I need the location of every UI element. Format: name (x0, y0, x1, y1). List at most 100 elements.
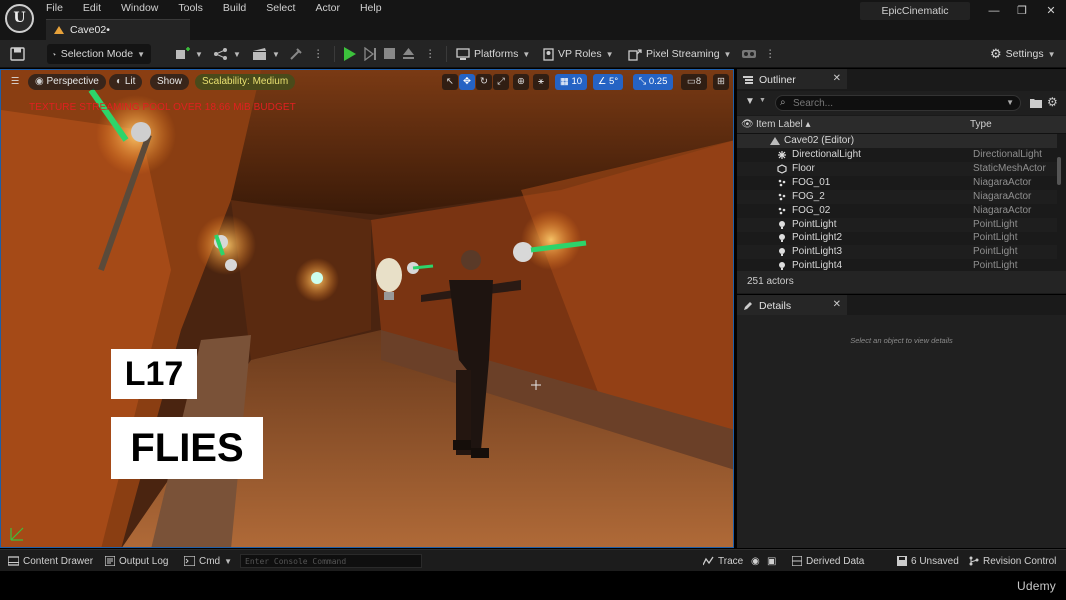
camera-speed-button[interactable]: ▭8 (681, 74, 707, 90)
save-icon[interactable] (10, 47, 25, 61)
scale-snap-toggle[interactable]: ⤡ 0.25 (633, 74, 673, 90)
cinematics-button[interactable]: ▼ (252, 44, 280, 64)
outliner-search-row: ▼ ▼ ⌕ Search... ▼ ⚙ (737, 91, 1066, 115)
level-tab-label: Cave02• (70, 24, 110, 36)
vr-headset-icon[interactable] (741, 48, 757, 60)
extra-toolbar-options-icon[interactable]: ⋮ (765, 44, 776, 64)
settings-dropdown[interactable]: ⚙ Settings ▼ (990, 44, 1056, 64)
play-icon[interactable] (343, 46, 357, 62)
unsaved-button[interactable]: 6 Unsaved (897, 555, 959, 567)
world-space-icon[interactable]: ⊕ (513, 74, 529, 90)
chevron-down-icon[interactable]: ▼ (1006, 98, 1014, 107)
scale-tool-icon[interactable]: ⤢ (493, 74, 509, 90)
menu-file[interactable]: File (46, 2, 71, 16)
root-level-label: Cave02 (Editor) (784, 135, 855, 146)
selection-mode-dropdown[interactable]: Selection Mode ▼ (47, 44, 151, 64)
record-icon[interactable]: ◉ (751, 555, 760, 567)
cmd-dropdown[interactable]: Cmd ▼ (184, 555, 232, 567)
angle-icon: ∠ (597, 76, 607, 87)
maximize-button[interactable]: ❐ (1012, 4, 1032, 18)
type-column[interactable]: Type (970, 119, 992, 130)
details-tab[interactable]: Details ✕ (737, 295, 847, 315)
modeling-tools-icon[interactable] (289, 47, 303, 61)
rotate-tool-icon[interactable]: ↻ (476, 74, 492, 90)
scalability-label: Scalability: Medium (202, 76, 289, 87)
translate-tool-icon[interactable]: ✥ (459, 74, 475, 90)
visibility-column-icon[interactable]: 👁 (741, 119, 754, 130)
screenshot-icon[interactable]: ▣ (767, 555, 776, 567)
lesson-title-overlay: FLIES (111, 417, 263, 479)
perspective-button[interactable]: ◉ Perspective (28, 74, 106, 90)
outliner-row[interactable]: PointLight2 PointLight (737, 231, 1057, 245)
menu-tools[interactable]: Tools (178, 2, 211, 16)
menu-edit[interactable]: Edit (83, 2, 109, 16)
revision-control-button[interactable]: Revision Control (969, 555, 1056, 567)
rotation-snap-toggle[interactable]: ∠ 5° (593, 74, 623, 90)
outliner-tab[interactable]: Outliner ✕ (737, 69, 847, 89)
add-folder-icon[interactable] (1030, 97, 1042, 108)
minimize-button[interactable]: — (984, 4, 1004, 18)
outliner-row-type: DirectionalLight (973, 149, 1042, 160)
outliner-row-label: PointLight2 (792, 232, 843, 244)
menu-actor[interactable]: Actor (315, 2, 348, 16)
unreal-logo-icon[interactable]: U (5, 4, 34, 33)
view-mode-button[interactable]: ◐ Lit (109, 74, 143, 90)
stop-icon[interactable] (384, 48, 395, 59)
outliner-row[interactable]: FOG_02 NiagaraActor (737, 204, 1057, 218)
close-icon[interactable]: ✕ (833, 73, 841, 84)
add-actor-icon (176, 47, 190, 59)
scale-snap-icon: ⤡ (638, 76, 647, 87)
menu-help[interactable]: Help (360, 2, 390, 16)
menu-select[interactable]: Select (266, 2, 303, 16)
outliner-row[interactable]: Floor StaticMeshActor (737, 161, 1057, 176)
scalability-badge[interactable]: Scalability: Medium (195, 74, 296, 90)
outliner-row[interactable]: FOG_01 NiagaraActor (737, 176, 1057, 190)
pixel-streaming-dropdown[interactable]: Pixel Streaming ▼ (628, 44, 731, 64)
outliner-search-input[interactable]: ⌕ Search... ▼ (775, 95, 1021, 111)
platforms-dropdown[interactable]: Platforms ▼ (456, 44, 530, 64)
menu-window[interactable]: Window (121, 2, 166, 16)
grid-snap-toggle[interactable]: ▦ 10 (555, 74, 587, 90)
viewport-layout-icon[interactable]: ⊞ (713, 74, 729, 90)
outliner-row[interactable]: FOG_2 NiagaraActor (737, 189, 1057, 204)
filter-icon[interactable]: ▼ (745, 96, 755, 107)
eject-icon[interactable] (402, 47, 415, 60)
menu-build[interactable]: Build (223, 2, 254, 16)
outliner-scrollbar[interactable] (1057, 157, 1061, 185)
console-command-input[interactable] (241, 555, 421, 568)
outliner-row[interactable]: PointLight PointLight (737, 217, 1057, 232)
derived-data-button[interactable]: Derived Data (792, 555, 864, 567)
close-window-button[interactable]: ✕ (1041, 4, 1061, 18)
level-tab[interactable]: Cave02• (46, 19, 190, 40)
output-log-label: Output Log (119, 555, 169, 567)
point-light-icon (779, 234, 785, 243)
blueprints-button[interactable]: ▼ (213, 44, 241, 64)
outliner-row[interactable]: DirectionalLight DirectionalLight (737, 148, 1057, 162)
outliner-row[interactable]: PointLight3 PointLight (737, 245, 1057, 260)
revision-control-icon (969, 556, 979, 566)
content-drawer-button[interactable]: Content Drawer (8, 555, 93, 567)
step-forward-icon[interactable] (364, 47, 377, 61)
close-icon[interactable]: ✕ (833, 299, 841, 310)
gear-icon[interactable]: ⚙ (1047, 95, 1058, 109)
toolbar-more-options-icon[interactable]: ⋮ (313, 44, 324, 64)
output-log-button[interactable]: Output Log (105, 555, 168, 567)
surface-snap-icon[interactable]: ⚹ (533, 74, 549, 90)
play-options-icon[interactable]: ⋮ (425, 44, 436, 64)
console-command-field[interactable] (240, 554, 422, 568)
outliner-panel: Outliner ✕ ▼ ▼ ⌕ Search... ▼ ⚙ 👁 Item La… (737, 69, 1066, 294)
show-button[interactable]: Show (150, 74, 190, 90)
outliner-root-row[interactable]: Cave02 (Editor) (737, 134, 1057, 148)
add-actor-button[interactable]: ▼ (175, 44, 203, 64)
item-label-column[interactable]: Item Label ▴ (756, 119, 811, 130)
viewport-menu-icon[interactable]: ☰ (7, 74, 23, 90)
level-icon (770, 137, 780, 145)
level-viewport[interactable]: ☰ ◉ Perspective ◐ Lit Show Scalability: … (0, 69, 734, 548)
udemy-watermark: Udemy (1016, 579, 1056, 593)
vp-roles-dropdown[interactable]: VP Roles ▼ (543, 44, 614, 64)
select-tool-icon[interactable]: ↖ (442, 74, 458, 90)
trace-button[interactable]: Trace (703, 555, 743, 567)
toolbar-divider (334, 46, 335, 62)
gear-icon: ⚙ (990, 46, 1002, 61)
outliner-row-label: PointLight3 (792, 246, 843, 258)
